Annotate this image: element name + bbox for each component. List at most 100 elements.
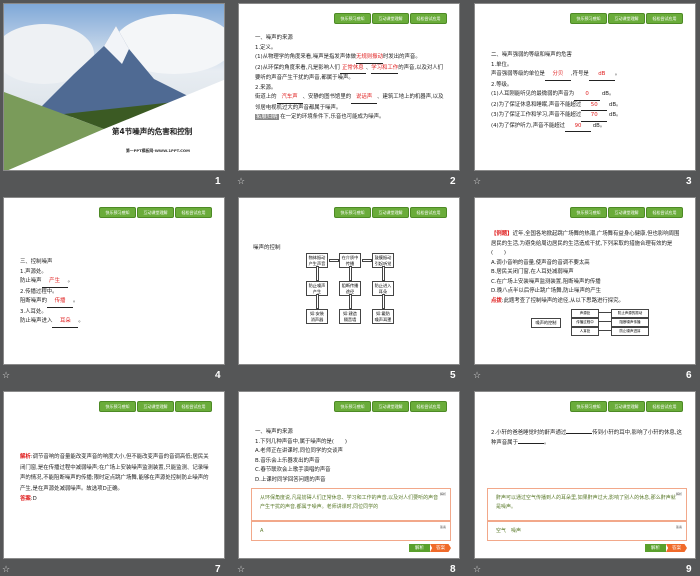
nav-button-1[interactable]: 快乐预习感知 — [99, 207, 136, 218]
text: 在一定的环境条件下,乐音也可能成为噪声。 — [278, 114, 385, 120]
slide-thumbnail-9[interactable]: 快乐预习感知 互动课堂理解 轻松尝试应用 2.小轩的爸爸睡觉时的鼾声通过 传到小轩的耳… — [474, 391, 696, 559]
nav-button-3[interactable]: 轻松尝试应用 — [646, 207, 683, 218]
nav-button-1[interactable]: 快乐预习感知 — [334, 401, 371, 412]
nav-button-3[interactable]: 轻松尝试应用 — [410, 13, 447, 24]
text-line: 2.传播过程中。 — [20, 288, 212, 298]
nav-button-2[interactable]: 互动课堂理解 — [372, 401, 409, 412]
answer-blank: 70 — [581, 111, 608, 122]
text: B.居民关闭门窗,在人耳处减弱噪声 — [491, 269, 574, 275]
text-line: 3.人耳处。 — [20, 308, 212, 318]
text: 近年,全国各地掀起跳广场舞的热潮,广场舞有益身心健康,但也影响周围居民的生活,为… — [491, 231, 680, 256]
text-line: 防止噪声 产生。 — [20, 277, 212, 288]
analysis-answer-tabs: 解析 答案 — [409, 544, 451, 552]
text: 1.下列几种声音中,属于噪声的是( ) — [255, 438, 347, 445]
text-line: D.晚八点半以后停止跳广场舞,防止噪声的产生 — [491, 287, 683, 297]
slide-thumbnail-1[interactable]: 第4节噪声的危害和控制 第一PPT模板网-WWW.1PPT.COM — [3, 3, 225, 171]
nav-button-3[interactable]: 轻松尝试应用 — [410, 401, 447, 412]
text: 一、噪声的来源 — [255, 429, 293, 435]
section-nav: 快乐预习感知 互动课堂理解 轻松尝试应用 — [570, 207, 683, 218]
tab-answer[interactable]: 答案 — [430, 544, 451, 552]
nav-button-1[interactable]: 快乐预习感知 — [570, 207, 607, 218]
arrow-vertical — [349, 266, 352, 281]
presentation-subtitle: 第一PPT模板网-WWW.1PPT.COM — [126, 148, 190, 153]
slide-text: 【例题】近年,全国各地掀起跳广场舞的热潮,广场舞有益身心健康,但也影响周围居民的… — [491, 230, 683, 306]
nav-button-1[interactable]: 快乐预习感知 — [99, 401, 136, 412]
slide-thumbnail-3[interactable]: 快乐预习感知 互动课堂理解 轻松尝试应用 二、噪声强弱的等级和噪声的危害 1.单位。 声音… — [474, 3, 696, 171]
nav-button-3[interactable]: 轻松尝试应用 — [175, 207, 212, 218]
nav-button-3[interactable]: 轻松尝试应用 — [646, 13, 683, 24]
nav-button-1[interactable]: 快乐预习感知 — [570, 401, 607, 412]
tab-analysis[interactable]: 解析 — [409, 544, 430, 552]
nav-button-2[interactable]: 互动课堂理解 — [608, 13, 645, 24]
analysis-corner-label: 解析 — [439, 492, 446, 496]
answer-corner-label: 答案 — [439, 525, 446, 529]
slide-number: 5 — [450, 370, 456, 381]
text: 。 — [78, 318, 84, 324]
text-line: 拓展归纳 在一定的环境条件下,乐音也可能成为噪声。 — [255, 113, 447, 123]
slide-number: 7 — [215, 564, 221, 575]
answer-blank: 说话声 — [351, 93, 378, 104]
nav-button-1[interactable]: 快乐预习感知 — [570, 13, 607, 24]
text-line: 点拨:此题考查了控制噪声的途径,从以下思路进行探究。 — [491, 297, 683, 307]
text: (3)为了保证工作和学习,声音不能超过 — [491, 112, 582, 118]
nav-button-2[interactable]: 互动课堂理解 — [372, 13, 409, 24]
nav-button-2[interactable]: 互动课堂理解 — [137, 401, 174, 412]
text: (1)从物理学的角度来看,噪声是指发声体做 — [255, 54, 356, 60]
text-line: 阻断噪声的 传播。 — [20, 297, 212, 308]
arrow — [599, 312, 611, 313]
answer-corner-label: 答案 — [675, 525, 682, 529]
text: (2)从环保的角度来看,凡是影响人们 — [255, 64, 340, 71]
text: dB。 — [600, 91, 615, 97]
text: D.晚八点半以后停止跳广场舞,防止噪声的产生 — [491, 288, 602, 294]
analysis-corner-label: 解析 — [675, 492, 682, 496]
answer-blank: 分贝 — [544, 70, 571, 81]
nav-button-2[interactable]: 互动课堂理解 — [372, 207, 409, 218]
analysis-answer-tabs: 解析 答案 — [645, 544, 687, 552]
section-nav: 快乐预习感知 互动课堂理解 轻松尝试应用 — [334, 207, 447, 218]
tab-analysis[interactable]: 解析 — [645, 544, 666, 552]
diagram-heading: 噪声的控制 — [253, 245, 281, 251]
nav-button-3[interactable]: 轻松尝试应用 — [175, 401, 212, 412]
slide-text: 2.小轩的爸爸睡觉时的鼾声通过 传到小轩的耳中,影响了小轩的休息,这种声音属于 … — [491, 429, 683, 448]
analysis-text: 鼾声可以通过空气传播到人的耳朵里,如果鼾声过大,影响了别人的休息,那么鼾声就是噪… — [496, 495, 676, 510]
text: ,符号是 — [570, 71, 589, 77]
slide-transition-star-icon: ☆ — [237, 177, 246, 187]
text-line: (1)人耳刚能听见的最微弱的声音为 0 dB。 — [491, 90, 683, 101]
answer-blank: 学习和工作 — [371, 64, 399, 74]
text: (2)为了保证休息和睡眠,声音不能超过 — [491, 101, 582, 108]
text-line: 1.声源处。 — [20, 268, 212, 278]
nav-button-2[interactable]: 互动课堂理解 — [137, 207, 174, 218]
nav-button-3[interactable]: 轻松尝试应用 — [646, 401, 683, 412]
text-line: 1.定义。 — [255, 44, 447, 54]
tab-answer[interactable]: 答案 — [666, 544, 687, 552]
slide-thumbnail-2[interactable]: 快乐预习感知 互动课堂理解 轻松尝试应用 一、噪声的来源 1.定义。 (1)从物理学的角度… — [238, 3, 460, 171]
nav-button-2[interactable]: 互动课堂理解 — [608, 401, 645, 412]
slide-transition-star-icon: ☆ — [473, 371, 482, 381]
text: 三、控制噪声 — [20, 259, 53, 265]
slide-thumbnail-4[interactable]: 快乐预习感知 互动课堂理解 轻松尝试应用三、控制噪声 1.声源处。防止噪声 产生。 2.传… — [3, 197, 225, 365]
text-line: 2.来源。 — [255, 84, 447, 94]
slide-number: 6 — [686, 370, 692, 381]
text: :此题考查了控制噪声的途径,从以下思路进行探究。 — [501, 297, 624, 304]
text: dB。 — [607, 112, 622, 118]
nav-button-2[interactable]: 互动课堂理解 — [608, 207, 645, 218]
text: dB。 — [607, 101, 622, 108]
slide-thumbnail-8[interactable]: 快乐预习感知 互动课堂理解 轻松尝试应用一、噪声的来源 1.下列几种声音中,属于噪声的… — [238, 391, 460, 559]
answer-blank: dB — [588, 70, 615, 81]
nav-button-1[interactable]: 快乐预习感知 — [334, 207, 371, 218]
slide-thumbnail-6[interactable]: 快乐预习感知 互动课堂理解 轻松尝试应用【例题】近年,全国各地掀起跳广场舞的热潮,广… — [474, 197, 696, 365]
text: 1.声源处。 — [20, 268, 47, 275]
answer-blank: 90 — [565, 122, 592, 132]
nav-button-3[interactable]: 轻松尝试应用 — [410, 207, 447, 218]
slide-text: 解析:调节音响的音量能改变声音的响度大小,但不能改变声音的音调高低;居民关闭门窗… — [20, 452, 212, 505]
text-line: 防止噪声进入 耳朵。 — [20, 317, 212, 328]
highlight-label: 答案 — [20, 496, 31, 502]
slide-thumbnail-7[interactable]: 快乐预习感知 互动课堂理解 轻松尝试应用解析:调节音响的音量能改变声音的响度大小,但… — [3, 391, 225, 559]
section-nav: 快乐预习感知 互动课堂理解 轻松尝试应用 — [334, 13, 447, 24]
slide-transition-star-icon: ☆ — [2, 371, 11, 381]
arrow — [599, 330, 611, 331]
slide-thumbnail-5[interactable]: 快乐预习感知 互动课堂理解 轻松尝试应用 噪声的控制 物体振动产生声音 在介质中传播 鼓膜振… — [238, 197, 460, 365]
nav-button-1[interactable]: 快乐预习感知 — [334, 13, 371, 24]
text: 2.来源。 — [255, 84, 277, 91]
text-line: C.春节联欢会上歌手演唱的声音 — [255, 466, 447, 476]
